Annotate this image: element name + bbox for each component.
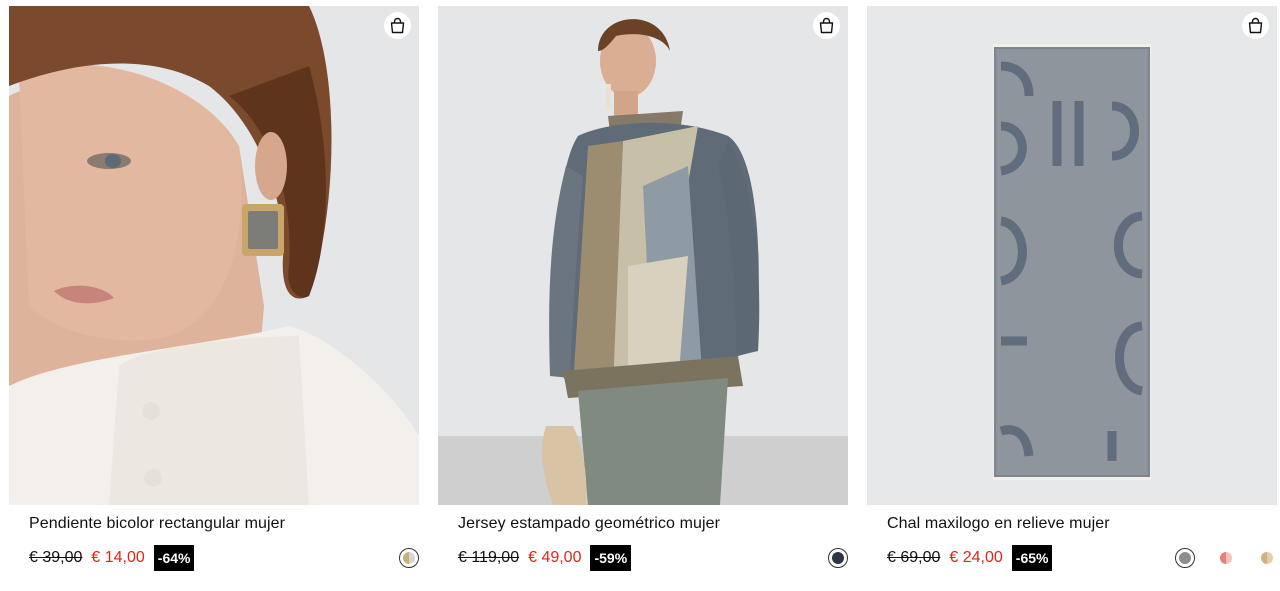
product-photo-earring-model bbox=[9, 6, 419, 505]
product-photo-scarf bbox=[867, 6, 1277, 505]
original-price: € 119,00 bbox=[458, 549, 520, 566]
add-to-bag-button[interactable] bbox=[384, 12, 411, 39]
sale-price: € 49,00 bbox=[528, 549, 582, 566]
product-card[interactable]: Jersey estampado geométrico mujer € 119,… bbox=[438, 6, 848, 571]
product-title[interactable]: Chal maxilogo en relieve mujer bbox=[887, 515, 1277, 533]
color-swatch-coral[interactable] bbox=[1216, 548, 1236, 568]
sale-price: € 24,00 bbox=[949, 549, 1003, 566]
sale-price: € 14,00 bbox=[91, 549, 145, 566]
product-image[interactable] bbox=[867, 6, 1277, 505]
shopping-bag-icon bbox=[1248, 17, 1263, 34]
shopping-bag-icon bbox=[819, 17, 834, 34]
add-to-bag-button[interactable] bbox=[1242, 12, 1269, 39]
discount-badge: -59% bbox=[590, 545, 632, 571]
product-grid: Pendiente bicolor rectangular mujer € 39… bbox=[0, 0, 1280, 591]
color-swatch-gold-grey[interactable] bbox=[399, 548, 419, 568]
product-photo-sweater-model bbox=[438, 6, 848, 505]
add-to-bag-button[interactable] bbox=[813, 12, 840, 39]
product-title[interactable]: Jersey estampado geométrico mujer bbox=[458, 515, 848, 533]
product-image[interactable] bbox=[438, 6, 848, 505]
original-price: € 69,00 bbox=[887, 549, 941, 566]
price-row: € 119,00 € 49,00 -59% bbox=[458, 545, 848, 571]
product-title[interactable]: Pendiente bicolor rectangular mujer bbox=[29, 515, 419, 533]
color-swatch-grey[interactable] bbox=[1175, 548, 1195, 568]
color-swatches bbox=[1175, 545, 1277, 571]
discount-badge: -65% bbox=[1011, 545, 1053, 571]
price-row: € 69,00 € 24,00 -65% bbox=[887, 545, 1277, 571]
price-row: € 39,00 € 14,00 -64% bbox=[29, 545, 419, 571]
discount-badge: -64% bbox=[153, 545, 195, 571]
color-swatches bbox=[399, 545, 419, 571]
color-swatch-dark-blue[interactable] bbox=[828, 548, 848, 568]
color-swatches bbox=[828, 545, 848, 571]
color-swatch-camel[interactable] bbox=[1257, 548, 1277, 568]
shopping-bag-icon bbox=[390, 17, 405, 34]
original-price: € 39,00 bbox=[29, 549, 83, 566]
product-card[interactable]: Chal maxilogo en relieve mujer € 69,00 €… bbox=[867, 6, 1277, 571]
product-image[interactable] bbox=[9, 6, 419, 505]
product-card[interactable]: Pendiente bicolor rectangular mujer € 39… bbox=[9, 6, 419, 571]
